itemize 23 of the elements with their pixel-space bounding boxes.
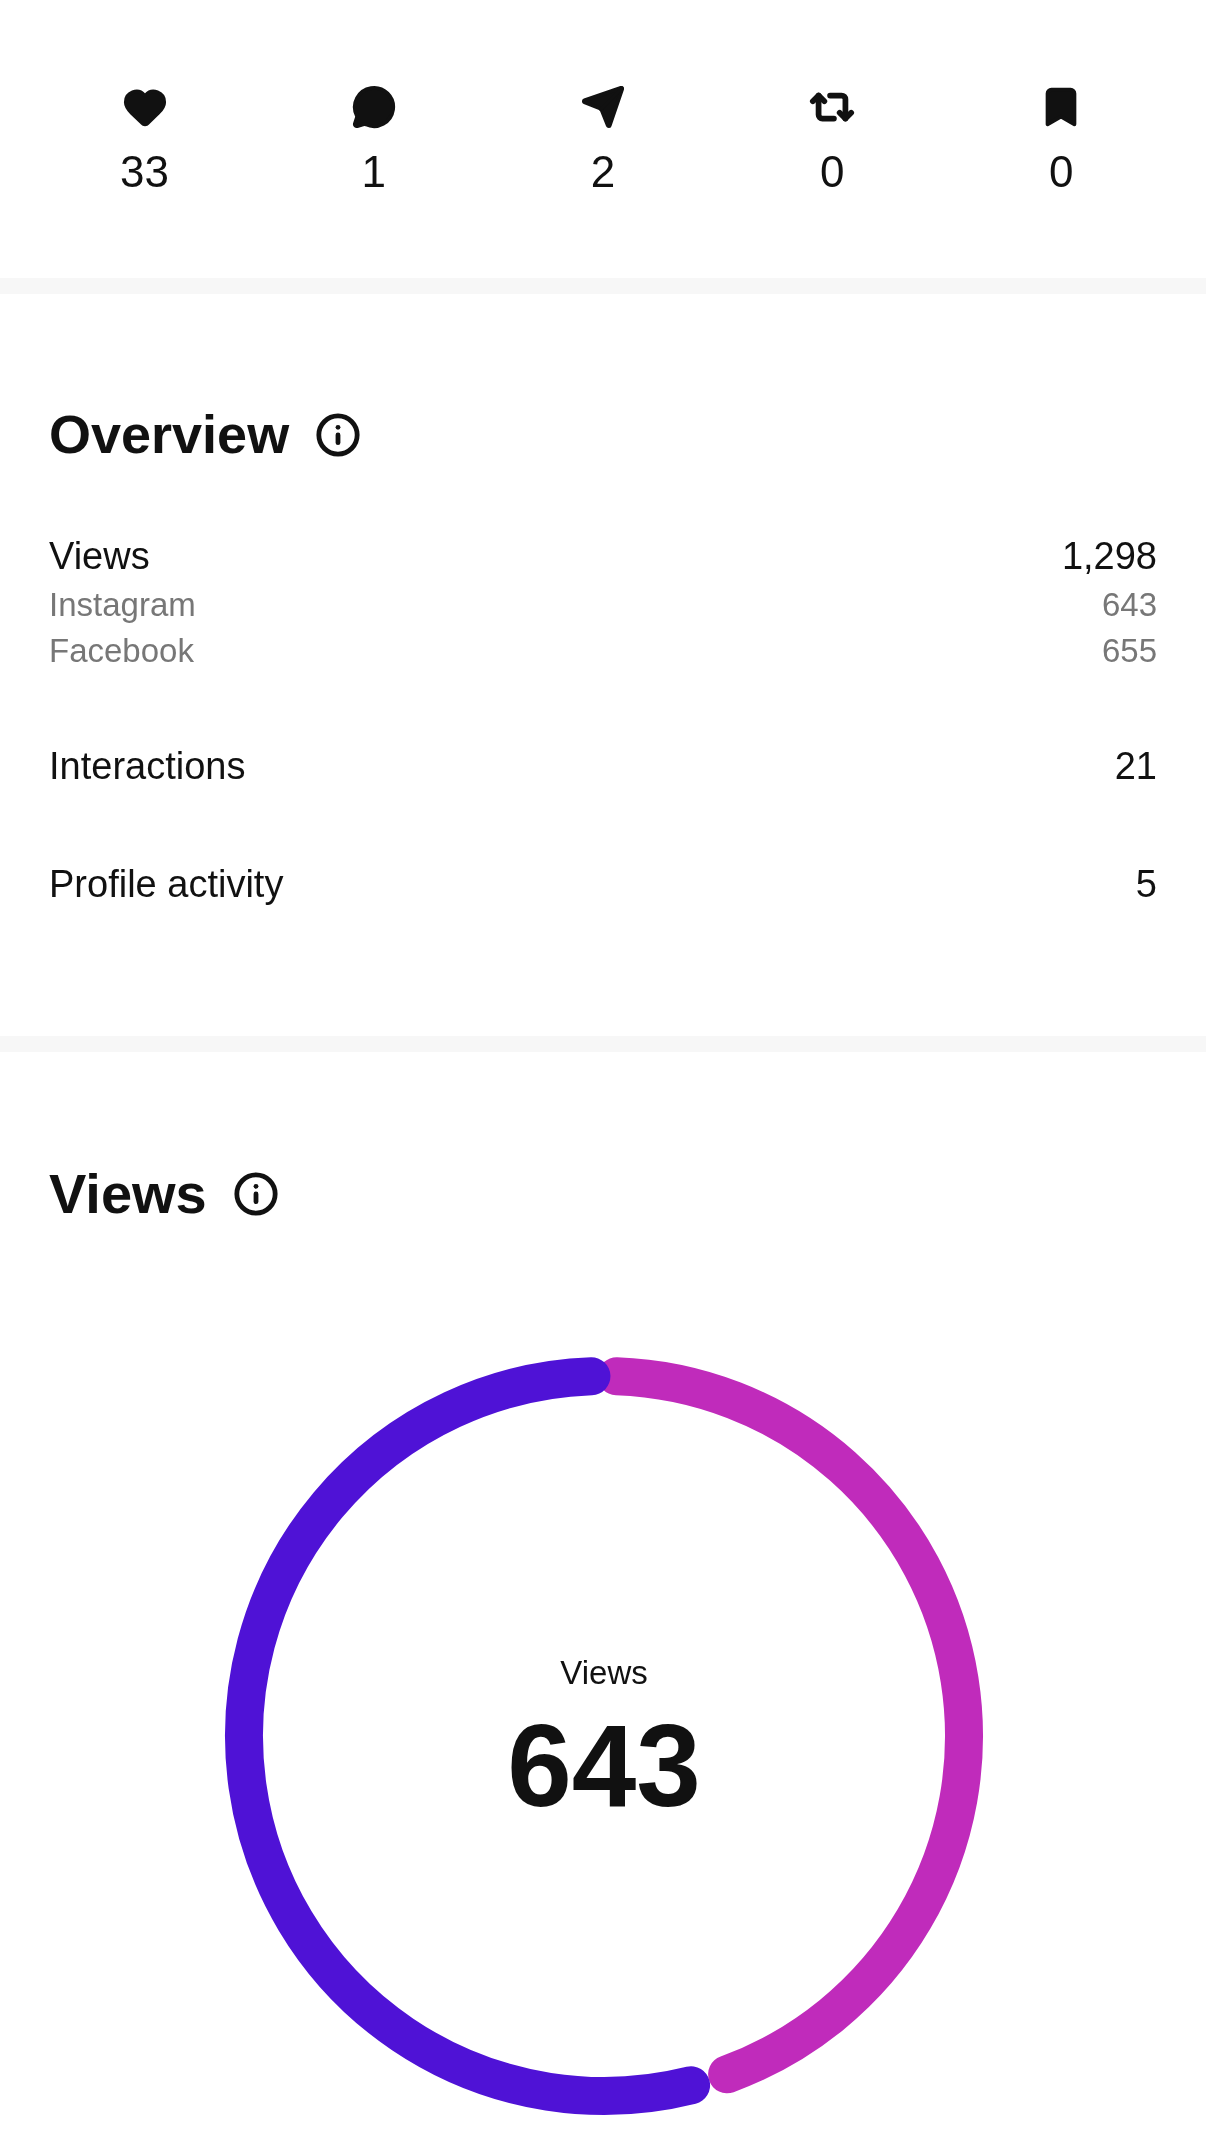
- info-icon[interactable]: [232, 1171, 279, 1217]
- stat-count: 0: [819, 150, 845, 194]
- paper-plane-icon[interactable]: [579, 84, 626, 130]
- source-label: Facebook: [49, 631, 194, 671]
- comment-icon[interactable]: [350, 84, 397, 130]
- metric-label: Views: [49, 534, 150, 579]
- metric-value: 1,298: [1061, 534, 1157, 579]
- stat-count: 33: [120, 150, 170, 194]
- source-value: 643: [1101, 585, 1157, 625]
- metric-value: 5: [1135, 862, 1157, 907]
- source-label: Instagram: [49, 585, 196, 625]
- section-title: Overview: [49, 403, 290, 466]
- metric-label: Profile activity: [49, 862, 284, 907]
- chart-value: 643: [507, 1707, 701, 1824]
- metric-label: Interactions: [49, 744, 246, 789]
- info-icon[interactable]: [315, 411, 362, 458]
- section-title: Views: [49, 1161, 207, 1227]
- stat-count: 2: [590, 150, 616, 194]
- stat-count: 1: [361, 150, 386, 194]
- source-value: 655: [1101, 631, 1157, 671]
- metric-value: 21: [1114, 744, 1157, 789]
- chart-label: Views: [560, 1653, 648, 1694]
- stat-count: 0: [1049, 150, 1074, 194]
